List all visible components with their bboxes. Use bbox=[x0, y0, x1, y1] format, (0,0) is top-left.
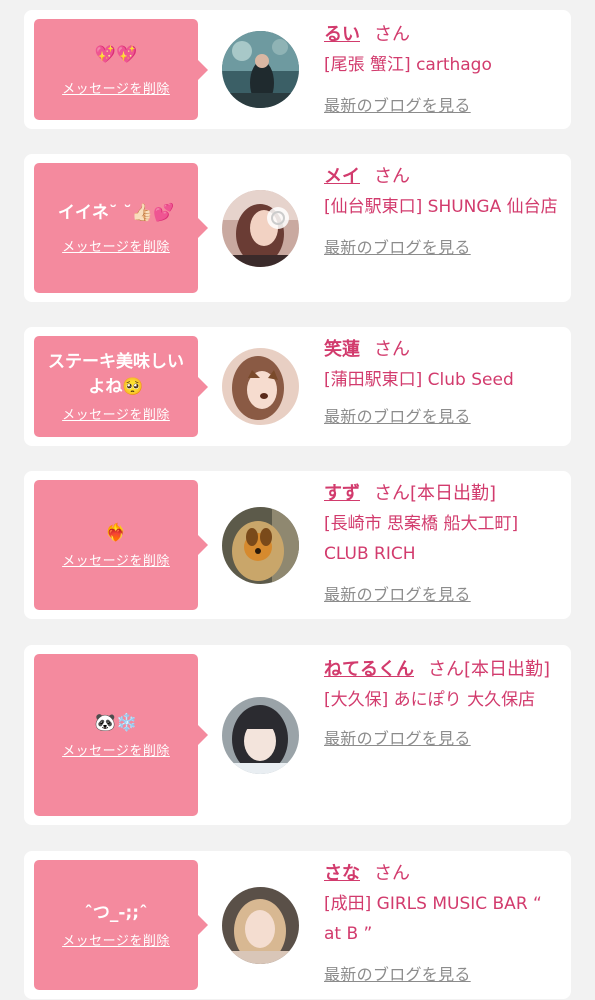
shop-info: [成田] GIRLS MUSIC BAR “ at B ” bbox=[324, 894, 542, 944]
name-line: メイ さん bbox=[324, 162, 560, 192]
name-line: るい さん bbox=[324, 20, 560, 50]
attendance-status: [本日出勤] bbox=[464, 659, 551, 680]
sender-name-link[interactable]: すず bbox=[324, 483, 360, 504]
name-line: さな さん bbox=[324, 859, 560, 889]
latest-blog-link[interactable]: 最新のブログを見る bbox=[324, 961, 560, 985]
delete-message-link[interactable]: メッセージを削除 bbox=[62, 236, 170, 255]
message-text: 💖💖 bbox=[94, 44, 138, 65]
message-bubble: 🐼❄️ メッセージを削除 bbox=[34, 654, 208, 816]
message-card: ステーキ美味しいよね🥺 メッセージを削除 笑蓮 さん [蒲田駅東口] Club S… bbox=[24, 327, 571, 446]
delete-message-link[interactable]: メッセージを削除 bbox=[62, 550, 170, 569]
avatar[interactable] bbox=[222, 190, 299, 267]
message-bubble: 💖💖 メッセージを削除 bbox=[34, 19, 208, 120]
latest-blog-link[interactable]: 最新のブログを見る bbox=[324, 581, 560, 605]
sender-info: すず さん[本日出勤] [長崎市 思案橋 船大工町] CLUB RICH 最新のブ… bbox=[324, 479, 560, 605]
sender-name-link[interactable]: さな bbox=[324, 863, 360, 884]
latest-blog-link[interactable]: 最新のブログを見る bbox=[324, 725, 560, 749]
honorific: さん bbox=[374, 863, 410, 884]
honorific: さん bbox=[374, 24, 410, 45]
name-line: すず さん[本日出勤] bbox=[324, 479, 560, 509]
latest-blog-link[interactable]: 最新のブログを見る bbox=[324, 92, 560, 116]
message-text: イイネ˘ ˘👍🏻💕 bbox=[57, 203, 175, 223]
sender-name-link[interactable]: るい bbox=[324, 24, 360, 45]
avatar[interactable] bbox=[222, 507, 299, 584]
shop-info: [尾張 蟹江] carthago bbox=[324, 55, 492, 75]
message-card: イイネ˘ ˘👍🏻💕 メッセージを削除 メイ さん [仙台駅東口] SHUNGA 仙… bbox=[24, 154, 571, 302]
avatar[interactable] bbox=[222, 697, 299, 774]
message-bubble: ˆつ_-;;ˆ メッセージを削除 bbox=[34, 860, 208, 990]
sender-info: 笑蓮 さん [蒲田駅東口] Club Seed 最新のブログを見る bbox=[324, 335, 560, 427]
delete-message-link[interactable]: メッセージを削除 bbox=[62, 78, 170, 97]
name-line: 笑蓮 さん bbox=[324, 335, 560, 365]
message-card: 💖💖 メッセージを削除 るい さん [尾張 蟹江] carthago 最新のブログ… bbox=[24, 10, 571, 129]
sender-info: ねてるくん さん[本日出勤] [大久保] あにぽり 大久保店 最新のブログを見る bbox=[324, 655, 560, 749]
latest-blog-link[interactable]: 最新のブログを見る bbox=[324, 234, 560, 258]
sender-info: メイ さん [仙台駅東口] SHUNGA 仙台店 最新のブログを見る bbox=[324, 162, 560, 258]
message-text: 🐼❄️ bbox=[94, 713, 138, 733]
delete-message-link[interactable]: メッセージを削除 bbox=[62, 740, 170, 759]
avatar[interactable] bbox=[222, 887, 299, 964]
honorific: さん bbox=[374, 483, 410, 504]
delete-message-link[interactable]: メッセージを削除 bbox=[62, 404, 170, 423]
message-card: 🐼❄️ メッセージを削除 ねてるくん さん[本日出勤] [大久保] あにぽり 大久… bbox=[24, 645, 571, 825]
message-card: ❤️‍🔥 メッセージを削除 すず さん[本日出勤] [長崎市 思案橋 船大工町] … bbox=[24, 471, 571, 619]
honorific: さん bbox=[374, 166, 410, 187]
message-text: ❤️‍🔥 bbox=[105, 523, 127, 543]
message-text: ステーキ美味しいよね🥺 bbox=[48, 352, 184, 397]
honorific: さん bbox=[428, 659, 464, 680]
name-line: ねてるくん さん[本日出勤] bbox=[324, 655, 560, 685]
delete-message-link[interactable]: メッセージを削除 bbox=[62, 930, 170, 949]
sender-info: るい さん [尾張 蟹江] carthago 最新のブログを見る bbox=[324, 20, 560, 116]
message-bubble: ステーキ美味しいよね🥺 メッセージを削除 bbox=[34, 336, 208, 437]
sender-name-link[interactable]: 笑蓮 bbox=[324, 339, 360, 360]
avatar[interactable] bbox=[222, 31, 299, 108]
message-bubble: ❤️‍🔥 メッセージを削除 bbox=[34, 480, 208, 610]
sender-name-link[interactable]: メイ bbox=[324, 166, 360, 187]
sender-info: さな さん [成田] GIRLS MUSIC BAR “ at B ” 最新のブロ… bbox=[324, 859, 560, 985]
message-text: ˆつ_-;;ˆ bbox=[84, 903, 148, 923]
message-bubble: イイネ˘ ˘👍🏻💕 メッセージを削除 bbox=[34, 163, 208, 293]
shop-info: [長崎市 思案橋 船大工町] CLUB RICH bbox=[324, 514, 519, 564]
attendance-status: [本日出勤] bbox=[410, 483, 497, 504]
honorific: さん bbox=[374, 339, 410, 360]
shop-info: [仙台駅東口] SHUNGA 仙台店 bbox=[324, 197, 558, 217]
latest-blog-link[interactable]: 最新のブログを見る bbox=[324, 403, 560, 427]
avatar[interactable] bbox=[222, 348, 299, 425]
shop-info: [大久保] あにぽり 大久保店 bbox=[324, 690, 536, 710]
message-card: ˆつ_-;;ˆ メッセージを削除 さな さん [成田] GIRLS MUSIC B… bbox=[24, 851, 571, 999]
shop-info: [蒲田駅東口] Club Seed bbox=[324, 370, 514, 390]
sender-name-link[interactable]: ねてるくん bbox=[324, 659, 414, 680]
